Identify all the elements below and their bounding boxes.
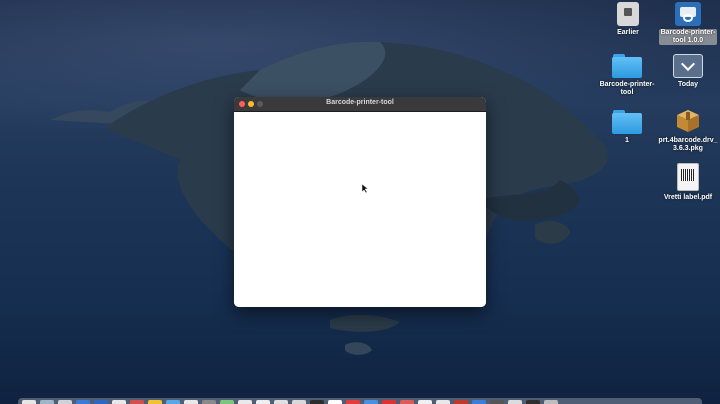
drive-icon [617, 2, 639, 26]
dock-app-icon[interactable] [148, 400, 162, 404]
window-title: Barcode-printer-tool [326, 99, 394, 106]
dock-app-icon[interactable] [454, 400, 468, 404]
dock-app-icon[interactable] [256, 400, 270, 404]
barcode-tool-dmg-item[interactable]: Barcode-printer-tool 1.0.0 [653, 2, 720, 45]
dock-app-icon[interactable] [310, 400, 324, 404]
barcode-tool-dmg-label: Barcode-printer-tool 1.0.0 [658, 29, 718, 45]
dock-app-icon[interactable] [166, 400, 180, 404]
dock-app-icon[interactable] [58, 400, 72, 404]
today-item[interactable]: Today [653, 54, 720, 89]
dock-app-icon[interactable] [382, 400, 396, 404]
dock-app-icon[interactable] [238, 400, 252, 404]
dock-app-icon[interactable] [328, 400, 342, 404]
dock-app-icon[interactable] [220, 400, 234, 404]
package-icon [677, 110, 699, 132]
dock-app-icon[interactable] [400, 400, 414, 404]
printer-icon [675, 2, 701, 26]
dock-app-icon[interactable] [130, 400, 144, 404]
pdf-document-icon [677, 163, 699, 191]
window-titlebar[interactable]: Barcode-printer-tool [234, 97, 486, 112]
earlier-label: Earlier [617, 29, 639, 36]
dock-app-icon[interactable] [22, 400, 36, 404]
dock-app-icon[interactable] [364, 400, 378, 404]
dock-app-icon[interactable] [40, 400, 54, 404]
barcode-tool-folder-item[interactable]: Barcode-printer-tool [592, 54, 662, 97]
dock-app-icon[interactable] [346, 400, 360, 404]
desktop[interactable]: Earlier Barcode-printer-tool 1.0.0 Barco… [0, 0, 720, 404]
folder-icon [612, 110, 642, 134]
app-window[interactable]: Barcode-printer-tool [234, 97, 486, 307]
folder-1-label: 1 [625, 137, 629, 144]
dock-app-icon[interactable] [76, 400, 90, 404]
barcode-tool-folder-label: Barcode-printer-tool [599, 81, 655, 96]
pdf-label: Vretti label.pdf [663, 194, 713, 201]
dock-app-icon[interactable] [94, 400, 108, 404]
folder-1-item[interactable]: 1 [592, 110, 662, 145]
pkg-item[interactable]: prt.4barcode.drv_ 3.6.3.pkg [653, 108, 720, 153]
dock-app-icon[interactable] [184, 400, 198, 404]
dock-app-icon[interactable] [526, 400, 540, 404]
dock-app-icon[interactable] [490, 400, 504, 404]
mouse-cursor-icon [362, 184, 368, 193]
dock-app-icon[interactable] [202, 400, 216, 404]
dock [18, 398, 702, 404]
pdf-item[interactable]: Vretti label.pdf [653, 163, 720, 202]
today-label: Today [677, 81, 699, 88]
today-stack-icon [673, 54, 703, 78]
window-content-area[interactable] [234, 112, 486, 307]
dock-app-icon[interactable] [112, 400, 126, 404]
pkg-label: prt.4barcode.drv_ 3.6.3.pkg [658, 137, 718, 152]
dock-app-icon[interactable] [436, 400, 450, 404]
dock-app-icon[interactable] [418, 400, 432, 404]
dock-app-icon[interactable] [274, 400, 288, 404]
dock-app-icon[interactable] [472, 400, 486, 404]
dock-app-icon[interactable] [544, 400, 558, 404]
dock-app-icon[interactable] [292, 400, 306, 404]
dock-app-icon[interactable] [508, 400, 522, 404]
folder-icon [612, 54, 642, 78]
